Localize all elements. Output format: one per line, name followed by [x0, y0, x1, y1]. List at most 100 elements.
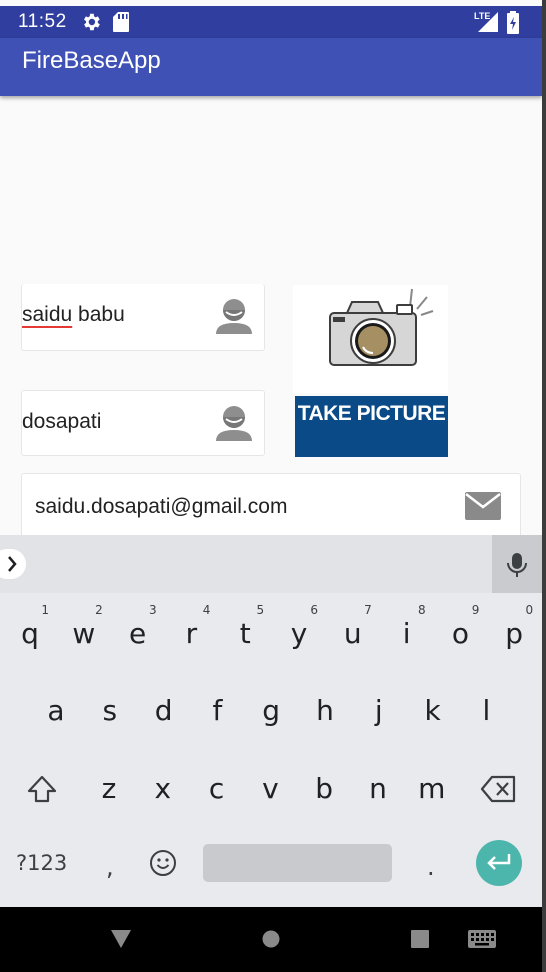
key-label: z — [101, 772, 117, 805]
key-label: f — [212, 694, 223, 727]
key-hint: 8 — [417, 603, 426, 617]
first-name-value: saidu babu — [22, 303, 125, 327]
enter-icon — [487, 854, 511, 870]
camera-image[interactable] — [293, 285, 448, 393]
voice-input-button[interactable] — [492, 535, 542, 593]
person-icon — [216, 406, 252, 441]
key-g[interactable]: g — [244, 676, 298, 744]
key-a[interactable]: a — [29, 676, 83, 744]
key-q[interactable]: 1q — [3, 599, 57, 667]
status-time: 11:52 — [18, 11, 67, 32]
expand-suggestions-button[interactable] — [0, 549, 26, 579]
key-s[interactable]: s — [83, 676, 137, 744]
key-label: w — [72, 617, 96, 650]
navigation-bar — [0, 907, 542, 972]
space-bar[interactable] — [203, 844, 392, 882]
key-hint: 9 — [471, 603, 480, 617]
key-label: v — [262, 772, 279, 805]
key-d[interactable]: d — [137, 676, 191, 744]
key-hint: 5 — [256, 603, 265, 617]
first-name-rest: babu — [72, 303, 125, 326]
shift-icon[interactable] — [24, 771, 60, 807]
key-label: q — [21, 617, 39, 650]
key-e[interactable]: 3e — [111, 599, 165, 667]
key-label: j — [374, 694, 383, 727]
enter-key[interactable] — [476, 840, 522, 886]
key-label: u — [343, 617, 362, 650]
comma-key[interactable]: , — [106, 853, 114, 881]
key-hint: 6 — [310, 603, 318, 617]
window-right-edge — [542, 0, 546, 972]
key-v[interactable]: v — [243, 754, 297, 822]
first-name-field[interactable]: saidu babu — [21, 284, 265, 351]
take-picture-button[interactable]: TAKE PICTURE — [295, 396, 448, 457]
suggestion-strip — [0, 535, 542, 593]
symbols-key[interactable]: ?123 — [16, 851, 67, 875]
key-u[interactable]: 7u — [326, 599, 380, 667]
recents-icon[interactable] — [410, 929, 430, 949]
key-label: m — [418, 772, 446, 805]
key-c[interactable]: c — [190, 754, 244, 822]
sd-card-icon — [113, 12, 129, 32]
key-label: s — [102, 694, 118, 727]
camera-icon — [329, 288, 434, 366]
key-label: a — [47, 694, 65, 727]
key-j[interactable]: j — [352, 676, 406, 744]
soft-keyboard: 1q2w3e4r5t6y7u8i9o0p asdfghjkl zxcvbnm ?… — [0, 535, 542, 907]
gear-icon — [84, 13, 100, 31]
back-icon[interactable] — [110, 929, 132, 949]
backspace-icon[interactable] — [480, 773, 518, 805]
email-value: saidu.dosapati@gmail.com — [35, 495, 288, 518]
key-hint: 7 — [364, 603, 372, 617]
person-icon — [216, 299, 252, 334]
key-label: y — [290, 617, 308, 650]
key-h[interactable]: h — [298, 676, 352, 744]
app-title: FireBaseApp — [22, 47, 161, 74]
key-label: b — [315, 772, 334, 805]
key-b[interactable]: b — [297, 754, 351, 822]
key-hint: 0 — [525, 603, 534, 617]
key-l[interactable]: l — [459, 676, 513, 744]
mail-icon — [465, 492, 501, 520]
key-hint: 3 — [148, 603, 157, 617]
email-field[interactable]: saidu.dosapati@gmail.com — [21, 473, 521, 543]
key-n[interactable]: n — [351, 754, 405, 822]
key-label: e — [128, 617, 147, 650]
emoji-icon[interactable] — [148, 848, 178, 878]
key-i[interactable]: 8i — [380, 599, 434, 667]
key-t[interactable]: 5t — [218, 599, 272, 667]
key-o[interactable]: 9o — [433, 599, 487, 667]
period-key[interactable]: . — [427, 853, 435, 881]
key-label: o — [451, 617, 469, 650]
key-y[interactable]: 6y — [272, 599, 326, 667]
key-label: c — [208, 772, 225, 805]
key-f[interactable]: f — [190, 676, 244, 744]
key-z[interactable]: z — [82, 754, 136, 822]
keyboard-switch-icon[interactable] — [468, 930, 496, 948]
key-x[interactable]: x — [136, 754, 190, 822]
app-bar: FireBaseApp — [0, 38, 542, 96]
chevron-right-icon — [8, 556, 17, 572]
key-label: k — [424, 694, 441, 727]
key-r[interactable]: 4r — [164, 599, 218, 667]
key-w[interactable]: 2w — [57, 599, 111, 667]
key-label: p — [505, 617, 524, 650]
signal-icon — [478, 12, 498, 32]
key-hint: 2 — [95, 603, 103, 617]
mic-icon — [507, 553, 527, 577]
phone-screen: 11:52 LTE FireBaseApp saidu babu dosapat… — [0, 0, 542, 972]
key-k[interactable]: k — [406, 676, 460, 744]
misspelled-word: saidu — [22, 303, 73, 326]
last-name-field[interactable]: dosapati — [21, 390, 265, 456]
key-label: n — [369, 772, 387, 805]
key-label: i — [402, 617, 411, 650]
key-hint: 1 — [41, 603, 49, 617]
key-label: t — [239, 617, 251, 650]
key-hint: 4 — [202, 603, 211, 617]
key-p[interactable]: 0p — [487, 599, 541, 667]
key-label: x — [154, 772, 172, 805]
key-label: g — [262, 694, 281, 727]
home-icon[interactable] — [261, 929, 281, 949]
key-label: h — [316, 694, 334, 727]
key-m[interactable]: m — [405, 754, 459, 822]
